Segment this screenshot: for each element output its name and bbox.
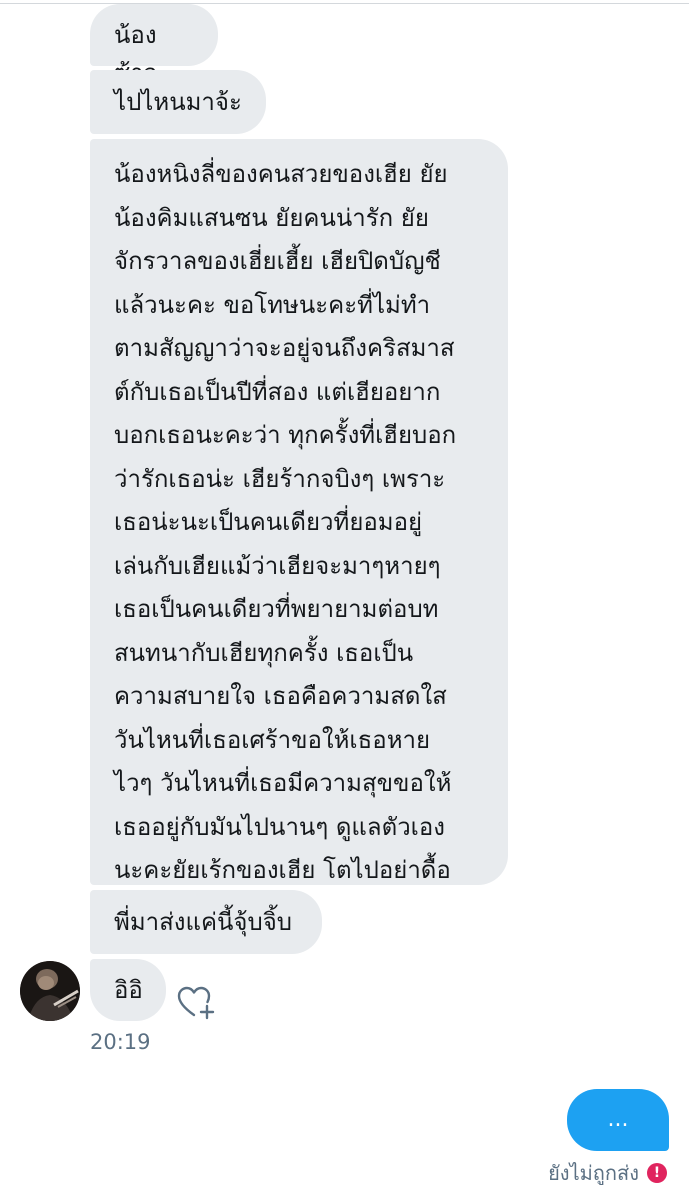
message-line: เธอเป็นคนเดียวที่พยายามต่อบท xyxy=(114,595,439,623)
message-timestamp: 20:19 xyxy=(90,1030,151,1054)
error-icon[interactable]: ! xyxy=(647,1163,667,1183)
message-text: อิอิ xyxy=(114,976,143,1004)
message-line: เธออยู่กับมันไปนานๆ ดูแลตัวเอง xyxy=(114,812,446,841)
top-divider xyxy=(0,3,689,4)
message-line: ไวๆ วันไหนที่เธอมีความสุขขอให้ xyxy=(114,769,452,797)
message-line: ตามสัญญาว่าจะอยู่จนถึงคริสมาส xyxy=(114,334,455,362)
message-text: ... xyxy=(607,1107,629,1132)
message-text: ไปไหนมาจ้ะ xyxy=(114,88,242,116)
message-line: ต์กับเธอเป็นปีที่สอง แต่เฮียอยาก xyxy=(114,377,441,406)
send-status-text: ยังไม่ถูกส่ง xyxy=(548,1161,639,1185)
message-bubble-received[interactable]: อิอิ xyxy=(90,959,166,1021)
message-text: พี่มาส่งแค่นี้จุ้บจิ้บ xyxy=(114,908,293,936)
message-bubble-received[interactable]: น้องซ้าว xyxy=(90,4,218,87)
message-line: บอกเธอนะคะว่า ทุกครั้งที่เฮียบอก xyxy=(114,421,457,449)
message-line: ความสบายใจ เธอคือความสดใส xyxy=(114,682,447,710)
message-line: เล่นกับเฮียแม้ว่าเฮียจะมาๆหายๆ xyxy=(114,551,441,580)
message-bubble-sent[interactable]: ... xyxy=(567,1089,669,1151)
message-line: ว่ารักเธอน่ะ เฮียร้ากจบิงๆ เพราะ xyxy=(114,464,446,493)
send-status[interactable]: ยังไม่ถูกส่ง ! xyxy=(548,1158,667,1188)
message-line: สนทนากับเฮียทุกครั้ง เธอเป็น xyxy=(114,638,414,667)
message-bubble-received[interactable]: พี่มาส่งแค่นี้จุ้บจิ้บ xyxy=(90,890,322,954)
message-line: วันไหนที่เธอเศร้าขอให้เธอหาย xyxy=(114,725,431,754)
message-bubble-received[interactable]: ไปไหนมาจ้ะ xyxy=(90,70,266,134)
message-line: น้องหนิงลี่ของคนสวยของเฮีย ยัย xyxy=(114,160,448,188)
message-line: แล้วนะคะ ขอโทษนะคะที่ไม่ทำ xyxy=(114,290,431,319)
message-line: เธอน่ะนะเป็นคนเดียวที่ยอมอยู่ xyxy=(114,508,423,536)
avatar-photo xyxy=(20,961,80,1021)
avatar[interactable] xyxy=(20,961,80,1021)
message-bubble-received-long[interactable]: น้องหนิงลี่ของคนสวยของเฮีย ยัย น้องคิมแส… xyxy=(90,139,508,928)
message-line: นะคะยัยเร้กของเฮีย โตไปอย่าดื้อ xyxy=(114,856,451,884)
message-line: จักรวาลของเฮี่ยเฮี้ย เฮียปิดบัญชี xyxy=(114,247,441,275)
heart-plus-icon[interactable] xyxy=(176,985,216,1021)
message-line: น้องคิมแสนซน ยัยคนน่ารัก ยัย xyxy=(114,203,429,232)
